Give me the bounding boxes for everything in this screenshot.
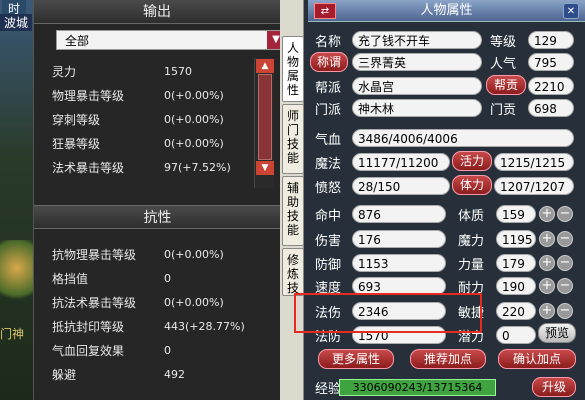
character-panel-title: 人物属性 bbox=[420, 3, 473, 18]
stat-row-seal-resist: 抵抗封印等级 443(+28.77%) bbox=[52, 320, 245, 334]
popularity-field: 795 bbox=[528, 53, 574, 71]
hit-field: 876 bbox=[352, 205, 446, 223]
highlight-box bbox=[294, 293, 482, 333]
preview-button[interactable]: 预览 bbox=[538, 323, 576, 343]
scene-label-bottom: 门神 bbox=[0, 327, 25, 341]
level-field: 129 bbox=[528, 31, 574, 49]
stat-row-block: 格挡值 0 bbox=[52, 272, 171, 286]
damage-field: 176 bbox=[352, 230, 446, 248]
side-tabs: 人物属性 师门技能 辅助技能 修炼技能 bbox=[280, 0, 304, 400]
output-panel-title: 输出 bbox=[34, 0, 280, 24]
name-label: 名称 bbox=[315, 35, 342, 50]
gang-contrib-button[interactable]: 帮贡 bbox=[486, 75, 526, 95]
sect-contrib-field: 698 bbox=[528, 99, 574, 117]
stat-row-spirit: 灵力 1570 bbox=[52, 65, 192, 79]
mag-field: 1195 bbox=[496, 230, 536, 248]
stat-row-anti-spell-crit: 抗法术暴击等级 0(+0.00%) bbox=[52, 296, 224, 310]
output-panel: 输出 全部 ▼ 灵力 1570 物理暴击等级 0(+0.00%) 穿刺等级 0(+0.… bbox=[33, 0, 286, 400]
scroll-up-icon[interactable]: ▲ bbox=[256, 59, 274, 73]
title-field: 三界菁英 bbox=[352, 53, 482, 71]
str-label: 力量 bbox=[458, 258, 485, 273]
level-label: 等级 bbox=[490, 35, 517, 50]
mp-label: 魔法 bbox=[315, 157, 342, 172]
tab-attributes[interactable]: 人物属性 bbox=[282, 36, 304, 102]
sect-contrib-label: 门贡 bbox=[490, 103, 517, 118]
tab-cultivation[interactable]: 修炼技能 bbox=[282, 248, 304, 296]
resist-panel-title: 抗性 bbox=[34, 205, 281, 229]
end-field: 190 bbox=[496, 277, 536, 295]
mag-label: 魔力 bbox=[458, 234, 485, 249]
hp-label: 气血 bbox=[315, 133, 342, 148]
scrollbar-thumb[interactable] bbox=[258, 74, 272, 160]
stat-row-dodge: 躲避 492 bbox=[52, 368, 185, 382]
output-scrollbar[interactable]: ▲ ▼ bbox=[254, 58, 274, 188]
levelup-button[interactable]: 升级 bbox=[532, 377, 576, 397]
title-button[interactable]: 称谓 bbox=[310, 52, 348, 72]
str-field: 179 bbox=[496, 254, 536, 272]
tab-sect-skills[interactable]: 师门技能 bbox=[282, 104, 304, 174]
scene-character-sprite[interactable] bbox=[0, 240, 33, 310]
confirm-points-button[interactable]: 确认加点 bbox=[498, 349, 576, 369]
resist-stats-list: 抗物理暴击等级 0(+0.00%) 格挡值 0 抗法术暴击等级 0(+0.00%) 抵… bbox=[34, 243, 256, 387]
potential-field: 0 bbox=[496, 326, 536, 344]
recommend-points-button[interactable]: 推荐加点 bbox=[410, 349, 486, 369]
anger-field: 28/150 bbox=[352, 177, 450, 195]
end-plus-icon[interactable]: + bbox=[539, 278, 555, 294]
con-plus-icon[interactable]: + bbox=[539, 206, 555, 222]
scene-label-top-b: 波城 bbox=[0, 14, 33, 31]
gang-field: 水晶宫 bbox=[352, 77, 482, 95]
category-dropdown-value: 全部 bbox=[65, 34, 90, 48]
more-attributes-button[interactable]: 更多属性 bbox=[318, 349, 394, 369]
stamina-button[interactable]: 体力 bbox=[452, 175, 492, 195]
vitality-field: 1215/1215 bbox=[494, 153, 574, 171]
sect-label: 门派 bbox=[315, 103, 342, 118]
defense-field: 1153 bbox=[352, 254, 446, 272]
output-stats-list: 灵力 1570 物理暴击等级 0(+0.00%) 穿刺等级 0(+0.00%) 狂暴等… bbox=[34, 60, 256, 180]
gang-label: 帮派 bbox=[315, 81, 342, 96]
con-field: 159 bbox=[496, 205, 536, 223]
exp-bar: 3306090243/13715364 bbox=[339, 379, 496, 396]
stat-row-spell-crit: 法术暴击等级 97(+7.52%) bbox=[52, 161, 231, 175]
stat-row-phys-crit: 物理暴击等级 0(+0.00%) bbox=[52, 89, 224, 103]
category-dropdown[interactable]: 全部 ▼ bbox=[56, 30, 286, 50]
damage-label: 伤害 bbox=[315, 234, 342, 249]
sect-field: 神木林 bbox=[352, 99, 482, 117]
tab-aux-skills[interactable]: 辅助技能 bbox=[282, 176, 304, 246]
defense-label: 防御 bbox=[315, 258, 342, 273]
con-label: 体质 bbox=[458, 209, 485, 224]
stat-row-anti-phys-crit: 抗物理暴击等级 0(+0.00%) bbox=[52, 248, 224, 262]
stat-row-pierce: 穿刺等级 0(+0.00%) bbox=[52, 113, 224, 127]
gang-contrib-field: 2210 bbox=[528, 77, 574, 95]
close-icon[interactable]: ✕ bbox=[563, 3, 579, 19]
mag-plus-icon[interactable]: + bbox=[539, 231, 555, 247]
end-minus-icon[interactable]: − bbox=[557, 278, 573, 294]
mag-minus-icon[interactable]: − bbox=[557, 231, 573, 247]
popularity-label: 人气 bbox=[490, 57, 517, 72]
stat-row-hp-regen: 气血回复效果 0 bbox=[52, 344, 171, 358]
stamina-field: 1207/1207 bbox=[494, 177, 574, 195]
character-panel-header: ⇄ 人物属性 ✕ bbox=[308, 0, 585, 22]
agi-plus-icon[interactable]: + bbox=[539, 303, 555, 319]
anger-label: 愤怒 bbox=[315, 181, 342, 196]
scroll-down-icon[interactable]: ▼ bbox=[256, 161, 274, 175]
mp-field: 11177/11200 bbox=[352, 153, 450, 171]
str-plus-icon[interactable]: + bbox=[539, 255, 555, 271]
agi-minus-icon[interactable]: − bbox=[557, 303, 573, 319]
vitality-button[interactable]: 活力 bbox=[452, 151, 492, 171]
con-minus-icon[interactable]: − bbox=[557, 206, 573, 222]
stat-row-frenzy: 狂暴等级 0(+0.00%) bbox=[52, 137, 224, 151]
str-minus-icon[interactable]: − bbox=[557, 255, 573, 271]
name-field: 充了钱不开车 bbox=[352, 31, 482, 49]
hit-label: 命中 bbox=[315, 209, 342, 224]
hp-field: 3486/4006/4006 bbox=[352, 129, 574, 147]
exp-label: 经验 bbox=[315, 382, 342, 397]
agi-field: 220 bbox=[496, 302, 536, 320]
